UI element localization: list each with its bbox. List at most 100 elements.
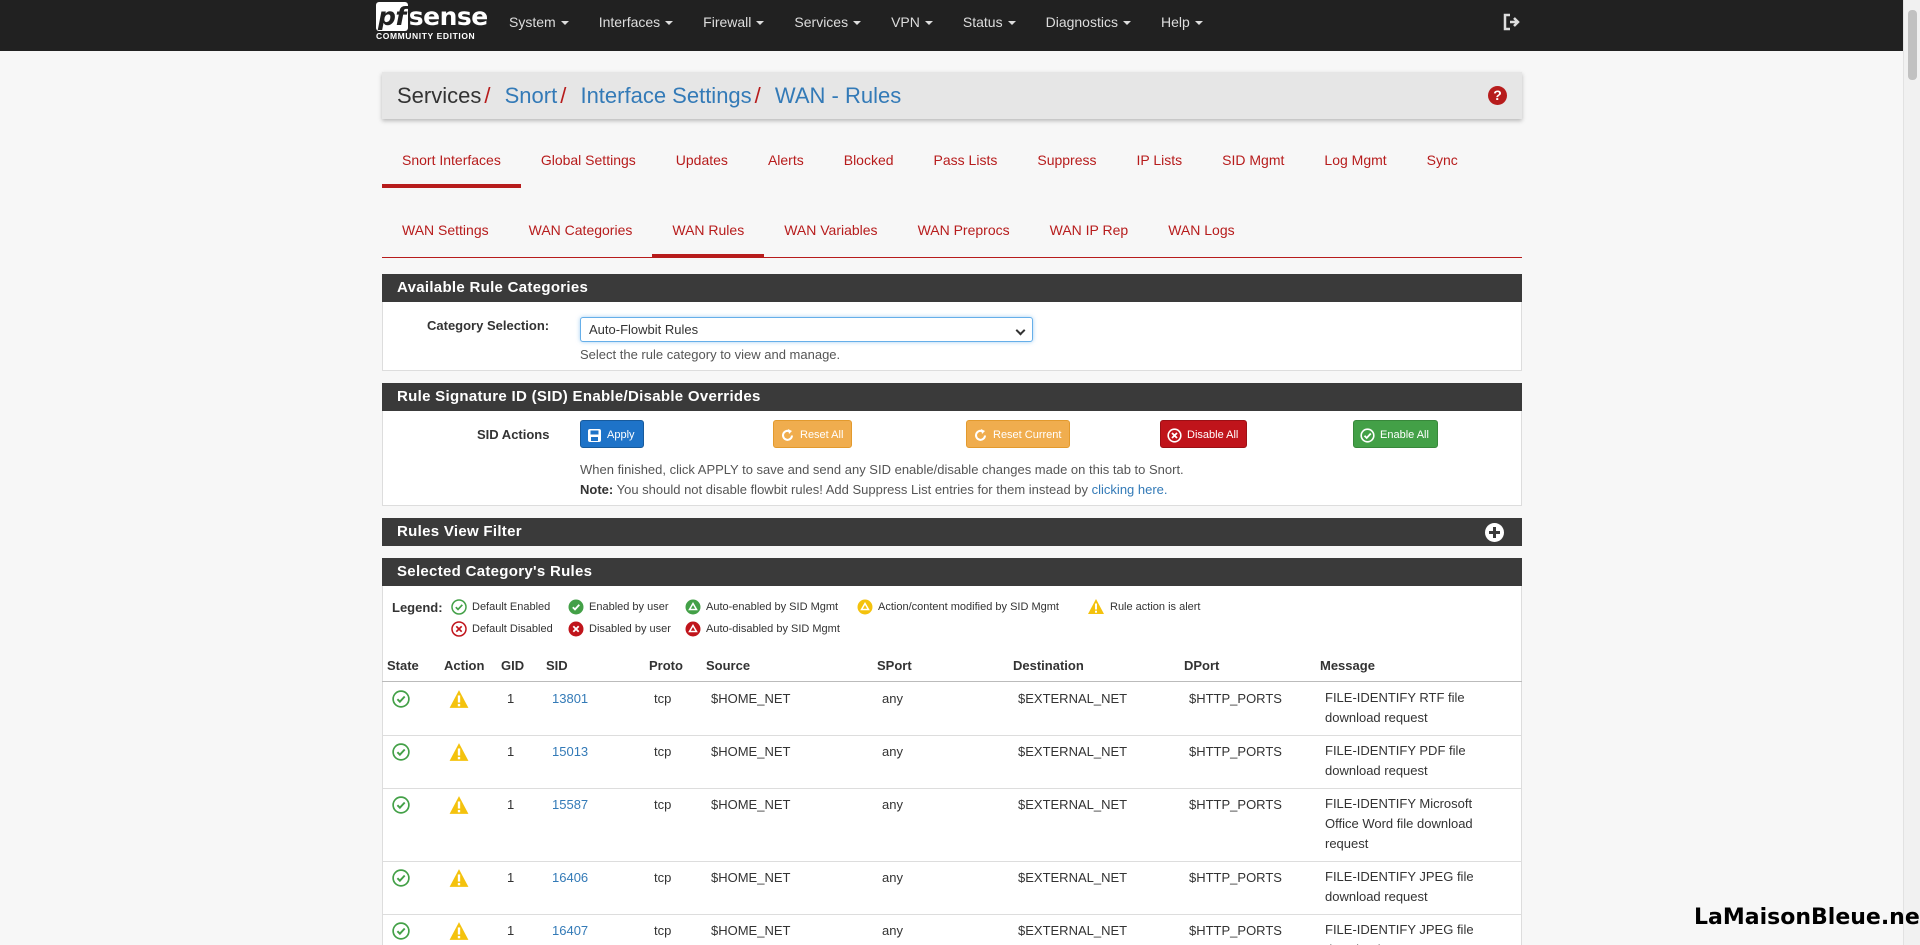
help-icon[interactable]: ? <box>1488 86 1507 105</box>
category-select[interactable]: Auto-Flowbit Rules <box>580 317 1033 342</box>
tab-wan-variables[interactable]: WAN Variables <box>764 210 897 257</box>
row-source: $HOME_NET <box>711 691 791 706</box>
row-destination: $EXTERNAL_NET <box>1018 744 1128 759</box>
tab-wan-settings[interactable]: WAN Settings <box>382 210 509 257</box>
tab-wan-preprocs[interactable]: WAN Preprocs <box>898 210 1030 257</box>
refresh-icon <box>782 429 793 441</box>
row-source: $HOME_NET <box>711 797 791 812</box>
row-gid: 1 <box>507 744 515 759</box>
col-dport[interactable]: DPort <box>1184 658 1219 673</box>
menu-diagnostics[interactable]: Diagnostics <box>1031 0 1146 51</box>
enable-all-button[interactable]: Enable All <box>1353 420 1438 448</box>
category-help-text: Select the rule category to view and man… <box>580 347 841 362</box>
warning-icon <box>1088 599 1104 614</box>
expand-plus-icon[interactable] <box>1485 523 1504 542</box>
scrollbar-thumb[interactable] <box>1908 10 1917 80</box>
row-gid: 1 <box>507 923 515 938</box>
primary-tabs: Snort Interfaces Global Settings Updates… <box>382 140 1478 188</box>
row-sport: any <box>882 691 903 706</box>
col-gid[interactable]: GID <box>501 658 524 673</box>
caret-down-icon <box>756 21 765 26</box>
breadcrumb-wan-rules[interactable]: WAN - Rules <box>775 83 901 108</box>
default-enabled-state-icon[interactable] <box>392 690 410 708</box>
alert-action-warning-icon[interactable] <box>448 868 470 888</box>
legend-default-disabled: Default Disabled <box>451 621 553 637</box>
table-row-divider <box>382 735 1522 736</box>
tab-global-settings[interactable]: Global Settings <box>521 140 656 188</box>
alert-action-warning-icon[interactable] <box>448 795 470 815</box>
tab-log-mgmt[interactable]: Log Mgmt <box>1304 140 1406 188</box>
row-proto: tcp <box>654 691 672 706</box>
caret-down-icon <box>1007 21 1016 26</box>
tab-wan-categories[interactable]: WAN Categories <box>509 210 653 257</box>
row-sid-link[interactable]: 16406 <box>552 870 588 885</box>
tab-suppress[interactable]: Suppress <box>1017 140 1116 188</box>
table-header-divider <box>382 681 1522 682</box>
tab-ip-lists[interactable]: IP Lists <box>1117 140 1203 188</box>
suppress-list-link[interactable]: clicking here. <box>1092 482 1168 497</box>
row-sid-link[interactable]: 16407 <box>552 923 588 938</box>
col-source[interactable]: Source <box>706 658 750 673</box>
row-message: FILE-IDENTIFY Microsoft Office Word file… <box>1325 796 1473 851</box>
tab-snort-interfaces[interactable]: Snort Interfaces <box>382 140 521 188</box>
default-enabled-state-icon[interactable] <box>392 922 410 940</box>
row-sport: any <box>882 797 903 812</box>
alert-action-warning-icon[interactable] <box>448 921 470 941</box>
tab-wan-rules[interactable]: WAN Rules <box>652 210 765 258</box>
breadcrumb-interface-settings[interactable]: Interface Settings <box>580 83 751 108</box>
row-dport: $HTTP_PORTS <box>1189 870 1282 885</box>
row-sid-link[interactable]: 15013 <box>552 744 588 759</box>
menu-firewall[interactable]: Firewall <box>688 0 779 51</box>
times-circle-outline-icon <box>451 621 467 637</box>
default-enabled-state-icon[interactable] <box>392 743 410 761</box>
row-destination: $EXTERNAL_NET <box>1018 923 1128 938</box>
tab-alerts[interactable]: Alerts <box>748 140 824 188</box>
default-enabled-state-icon[interactable] <box>392 869 410 887</box>
panel-title-sid-overrides: Rule Signature ID (SID) Enable/Disable O… <box>382 383 1522 411</box>
menu-interfaces[interactable]: Interfaces <box>584 0 688 51</box>
col-state[interactable]: State <box>387 658 419 673</box>
tab-updates[interactable]: Updates <box>656 140 748 188</box>
legend-auto-disabled: Auto-disabled by SID Mgmt <box>685 621 840 637</box>
chevron-down-icon <box>1015 325 1026 336</box>
tab-sync[interactable]: Sync <box>1407 140 1478 188</box>
default-enabled-state-icon[interactable] <box>392 796 410 814</box>
menu-system[interactable]: System <box>494 0 584 51</box>
row-sid-link[interactable]: 15587 <box>552 797 588 812</box>
page-scrollbar[interactable] <box>1903 0 1920 945</box>
apply-button[interactable]: Apply <box>580 420 644 448</box>
sid-note: Note: You should not disable flowbit rul… <box>580 482 1168 497</box>
col-sport[interactable]: SPort <box>877 658 912 673</box>
menu-services[interactable]: Services <box>779 0 876 51</box>
row-source: $HOME_NET <box>711 923 791 938</box>
row-proto: tcp <box>654 797 672 812</box>
col-message[interactable]: Message <box>1320 658 1375 673</box>
tab-pass-lists[interactable]: Pass Lists <box>914 140 1018 188</box>
col-destination[interactable]: Destination <box>1013 658 1084 673</box>
menu-status[interactable]: Status <box>948 0 1031 51</box>
col-proto[interactable]: Proto <box>649 658 683 673</box>
alert-action-warning-icon[interactable] <box>448 742 470 762</box>
legend-action-modified: Action/content modified by SID Mgmt <box>857 599 1059 615</box>
tab-wan-logs[interactable]: WAN Logs <box>1148 210 1254 257</box>
check-circle-outline-icon <box>451 599 467 615</box>
legend-disabled-by-user: Disabled by user <box>568 621 671 637</box>
menu-vpn[interactable]: VPN <box>876 0 948 51</box>
breadcrumb-snort[interactable]: Snort <box>505 83 558 108</box>
reset-current-button[interactable]: Reset Current <box>966 420 1071 448</box>
row-gid: 1 <box>507 870 515 885</box>
reset-all-button[interactable]: Reset All <box>773 420 853 448</box>
tab-wan-ip-rep[interactable]: WAN IP Rep <box>1030 210 1149 257</box>
pfsense-logo[interactable]: pf sense COMMUNITY EDITION <box>376 2 488 46</box>
tab-sid-mgmt[interactable]: SID Mgmt <box>1202 140 1304 188</box>
disable-all-button[interactable]: Disable All <box>1160 420 1248 448</box>
col-action[interactable]: Action <box>444 658 484 673</box>
logout-icon[interactable] <box>1502 12 1522 32</box>
panel-title-rules-filter[interactable]: Rules View Filter <box>382 518 1522 546</box>
tab-blocked[interactable]: Blocked <box>824 140 914 188</box>
menu-help[interactable]: Help <box>1146 0 1218 51</box>
table-row-divider <box>382 861 1522 862</box>
row-sid-link[interactable]: 13801 <box>552 691 588 706</box>
col-sid[interactable]: SID <box>546 658 568 673</box>
alert-action-warning-icon[interactable] <box>448 689 470 709</box>
